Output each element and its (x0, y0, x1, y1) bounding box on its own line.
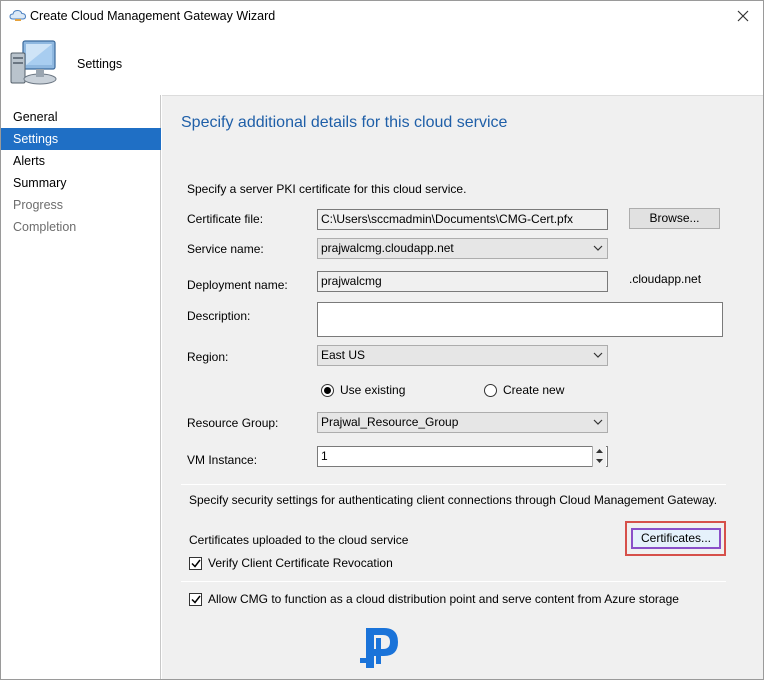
resource-group-dropdown[interactable]: Prajwal_Resource_Group (317, 412, 608, 433)
deployment-name-field[interactable]: prajwalcmg (317, 271, 608, 292)
step-title: Settings (77, 57, 123, 71)
caret-down-icon (596, 459, 603, 463)
wizard-nav: General Settings Alerts Summary Progress… (1, 95, 161, 679)
chevron-down-icon (593, 419, 603, 425)
spin-up-button[interactable] (593, 446, 606, 456)
brand-logo-icon (360, 628, 398, 668)
main-panel: Specify additional details for this clou… (162, 95, 763, 679)
nav-item-progress: Progress (13, 198, 64, 212)
service-name-dropdown[interactable]: prajwalcmg.cloudapp.net (317, 238, 608, 259)
chevron-down-icon (593, 245, 603, 251)
radio-unselected-icon (484, 383, 497, 397)
verify-revocation-checkbox[interactable]: Verify Client Certificate Revocation (189, 556, 393, 570)
browse-button[interactable]: Browse... (629, 208, 720, 229)
allow-cdp-checkbox[interactable]: Allow CMG to function as a cloud distrib… (189, 592, 679, 606)
use-existing-radio[interactable]: Use existing (321, 383, 405, 397)
cloud-icon (9, 9, 27, 21)
vm-instance-field[interactable]: 1 (317, 446, 608, 467)
chevron-down-icon (593, 352, 603, 358)
vm-instance-value: 1 (321, 449, 328, 463)
checkbox-checked-icon (189, 556, 202, 570)
section-divider (181, 484, 726, 485)
nav-item-alerts[interactable]: Alerts (1, 150, 161, 172)
region-dropdown[interactable]: East US (317, 345, 608, 366)
nav-item-general[interactable]: General (1, 106, 161, 128)
caret-up-icon (596, 449, 603, 453)
service-name-value: prajwalcmg.cloudapp.net (321, 241, 454, 255)
security-intro-text: Specify security settings for authentica… (189, 493, 718, 507)
verify-revocation-label: Verify Client Certificate Revocation (208, 556, 393, 570)
certificate-file-label: Certificate file: (187, 212, 264, 226)
checkbox-checked-icon (189, 592, 202, 606)
certificates-label: Certificates uploaded to the cloud servi… (189, 533, 409, 547)
certificate-file-field[interactable]: C:\Users\sccmadmin\Documents\CMG-Cert.pf… (317, 209, 608, 230)
title-bar: Create Cloud Management Gateway Wizard (1, 1, 763, 31)
region-value: East US (321, 348, 366, 362)
deployment-name-label: Deployment name: (187, 278, 288, 292)
nav-item-settings[interactable]: Settings (1, 128, 161, 150)
resource-group-label: Resource Group: (187, 416, 279, 430)
vm-instance-spinner[interactable] (592, 446, 606, 467)
use-existing-label: Use existing (340, 383, 406, 397)
allow-cdp-label: Allow CMG to function as a cloud distrib… (208, 592, 679, 606)
wizard-header: Settings (1, 31, 763, 95)
computer-icon (10, 40, 57, 85)
spin-down-button[interactable] (593, 456, 606, 466)
close-icon (737, 10, 749, 22)
nav-item-summary[interactable]: Summary (1, 172, 161, 194)
page-heading: Specify additional details for this clou… (181, 114, 508, 131)
create-new-label: Create new (503, 383, 565, 397)
wizard-window: Create Cloud Management Gateway Wizard S… (0, 0, 764, 680)
close-button[interactable] (723, 1, 763, 31)
radio-selected-icon (321, 383, 334, 397)
section-divider-2 (181, 581, 726, 582)
deployment-suffix: .cloudapp.net (629, 272, 702, 286)
service-name-label: Service name: (187, 242, 264, 256)
pki-intro-text: Specify a server PKI certificate for thi… (187, 182, 467, 196)
create-new-radio[interactable]: Create new (484, 383, 564, 397)
nav-item-completion: Completion (13, 220, 77, 234)
window-title: Create Cloud Management Gateway Wizard (30, 9, 276, 23)
certificates-button[interactable]: Certificates... (631, 528, 721, 549)
vm-instance-label: VM Instance: (187, 453, 258, 467)
region-label: Region: (187, 350, 229, 364)
description-field[interactable] (317, 302, 723, 337)
description-label: Description: (187, 309, 251, 323)
resource-group-value: Prajwal_Resource_Group (321, 415, 459, 429)
